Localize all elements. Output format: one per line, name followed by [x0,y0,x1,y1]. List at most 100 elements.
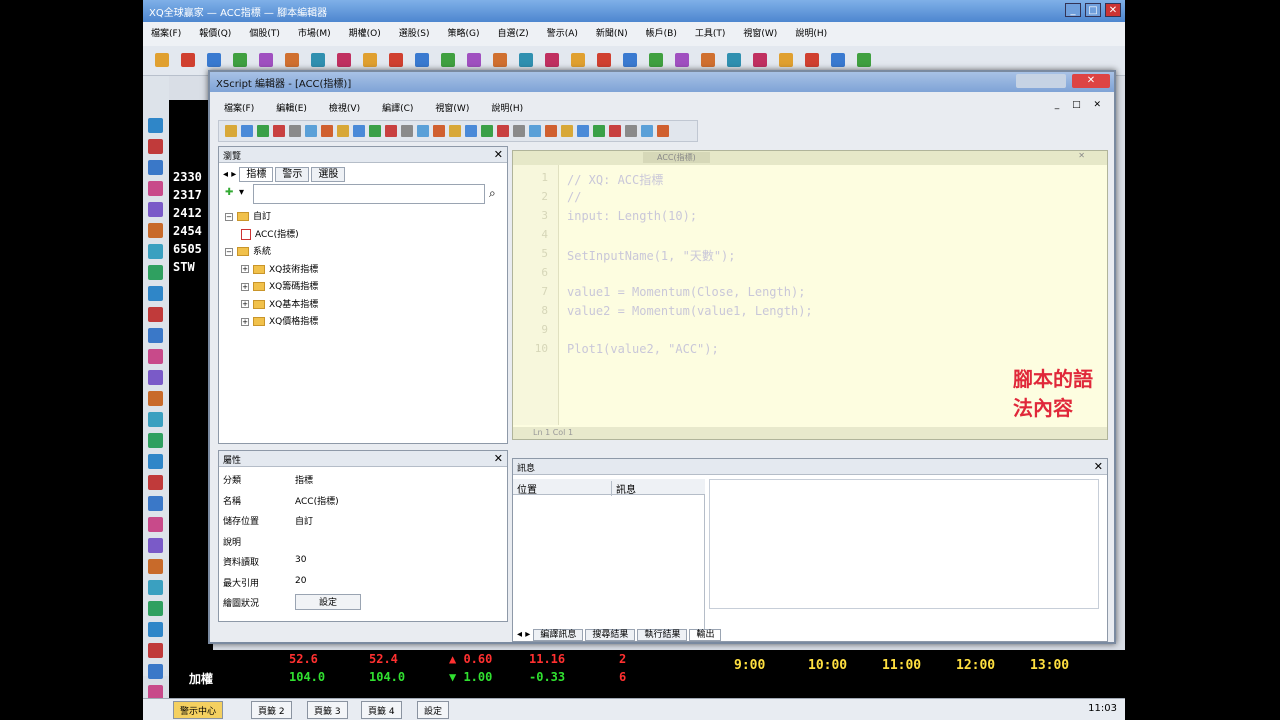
property-value[interactable]: 指標 [295,473,313,486]
sidebar-icon[interactable] [148,433,163,448]
property-value[interactable]: ACC(指標) [295,494,339,507]
editor-toolbar-icon[interactable] [353,125,365,137]
tree-item[interactable]: − 系統 [225,244,271,257]
toolbar-icon[interactable] [571,53,585,67]
quote-code[interactable]: 2317 [173,188,202,202]
toolbar-icon[interactable] [597,53,611,67]
quote-code[interactable]: 2412 [173,206,202,220]
editor-toolbar-icon[interactable] [449,125,461,137]
toolbar-icon[interactable] [259,53,273,67]
sidebar-icon[interactable] [148,664,163,679]
editor-toolbar-icon[interactable] [385,125,397,137]
editor-toolbar-icon[interactable] [225,125,237,137]
output-tab-1[interactable]: 搜尋結果 [585,629,636,641]
bottom-tab-1[interactable]: 頁籤 2 [251,701,292,719]
menu-item-7[interactable]: 自選(Z) [498,26,529,42]
close-icon[interactable]: ✕ [1078,151,1085,160]
sidebar-icon[interactable] [148,118,163,133]
menu-item-6[interactable]: 策略(G) [448,26,480,42]
menu-item-0[interactable]: 檔案(F) [151,26,181,42]
code-editor[interactable]: ACC(指標) ✕ 1 2 3 4 5 6 7 8 9 10 // XQ: ACC指標//inpu… [512,150,1108,440]
expand-icon[interactable]: + [241,265,249,273]
toolbar-icon[interactable] [155,53,169,67]
toolbar-icon[interactable] [233,53,247,67]
property-value[interactable]: 20 [295,576,306,586]
menu-item-13[interactable]: 說明(H) [795,26,827,42]
editor-window-controls[interactable] [1016,74,1066,88]
sidebar-icon[interactable] [148,244,163,259]
toolbar-icon[interactable] [181,53,195,67]
tab-acc[interactable]: ACC(指標) [643,152,710,163]
toolbar-icon[interactable] [753,53,767,67]
code-line[interactable]: // [567,190,581,204]
mdi-controls[interactable]: _ □ ✕ [1055,100,1106,110]
expand-icon[interactable]: + [241,317,249,326]
nav-tab-1[interactable]: 警示 [275,167,310,182]
toolbar-icon[interactable] [337,53,351,67]
quote-code[interactable]: 2330 [173,170,202,184]
editor-menu-item-3[interactable]: 編譯(C) [382,104,413,114]
bottom-tab-2[interactable]: 頁籤 3 [307,701,348,719]
tree-item[interactable]: + XQ籌碼指標 [241,279,318,292]
property-button[interactable]: 設定 [295,594,361,610]
property-value[interactable]: 自訂 [295,514,313,527]
toolbar-icon[interactable] [649,53,663,67]
sidebar-icon[interactable] [148,643,163,658]
bottom-tab-3[interactable]: 頁籤 4 [361,701,402,719]
search-icon[interactable]: ⌕ [489,186,496,201]
editor-close-button[interactable]: ✕ [1072,74,1110,88]
sidebar-icon[interactable] [148,202,163,217]
code-line[interactable]: Plot1(value2, "ACC"); [567,342,719,356]
sidebar-icon[interactable] [148,475,163,490]
sidebar-icon[interactable] [148,307,163,322]
editor-toolbar-icon[interactable] [577,125,589,137]
toolbar-icon[interactable] [519,53,533,67]
col-position[interactable]: 位置 [517,481,537,496]
code-line[interactable]: value1 = Momentum(Close, Length); [567,285,805,299]
bottom-tab-0[interactable]: 警示中心 [173,701,224,719]
tree-item[interactable]: + XQ價格指標 [241,314,318,327]
sidebar-icon[interactable] [148,622,163,637]
editor-toolbar-icon[interactable] [609,125,621,137]
toolbar-icon[interactable] [363,53,377,67]
quote-code[interactable]: 6505 [173,242,202,256]
nav-tab-0[interactable]: 指標 [239,167,274,182]
output-tab-3[interactable]: 輸出 [689,629,722,641]
property-value[interactable]: 30 [295,555,306,565]
sidebar-icon[interactable] [148,496,163,511]
tree-item[interactable]: + XQ技術指標 [241,262,318,275]
toolbar-icon[interactable] [285,53,299,67]
editor-toolbar-icon[interactable] [321,125,333,137]
menu-item-8[interactable]: 警示(A) [547,26,578,42]
bottom-tab-4[interactable]: 設定 [417,701,450,719]
editor-toolbar-icon[interactable] [417,125,429,137]
code-line[interactable]: // XQ: ACC指標 [567,171,663,188]
toolbar-icon[interactable] [493,53,507,67]
sidebar-icon[interactable] [148,580,163,595]
toolbar-icon[interactable] [779,53,793,67]
quote-code[interactable]: STW [173,260,195,274]
close-icon[interactable]: ✕ [494,148,503,161]
maximize-button[interactable]: □ [1085,3,1101,17]
menu-item-12[interactable]: 視窗(W) [743,26,777,42]
toolbar-icon[interactable] [441,53,455,67]
sidebar-icon[interactable] [148,391,163,406]
editor-toolbar-icon[interactable] [465,125,477,137]
close-icon[interactable]: ✕ [1094,460,1103,473]
toolbar-icon[interactable] [831,53,845,67]
output-tab-2[interactable]: 執行結果 [637,629,688,641]
toolbar-icon[interactable] [701,53,715,67]
editor-toolbar-icon[interactable] [513,125,525,137]
menu-item-5[interactable]: 選股(S) [399,26,430,42]
toolbar-icon[interactable] [467,53,481,67]
editor-menu-item-0[interactable]: 檔案(F) [224,104,254,114]
output-tab-arrows[interactable]: ◂ ▸ [517,629,533,640]
toolbar-icon[interactable] [623,53,637,67]
expand-icon[interactable]: − [225,212,233,221]
editor-toolbar-icon[interactable] [593,125,605,137]
menu-item-9[interactable]: 新聞(N) [596,26,628,42]
tree-item[interactable]: + XQ基本指標 [241,297,318,310]
expand-icon[interactable]: + [241,282,249,291]
editor-toolbar-icon[interactable] [561,125,573,137]
search-input[interactable] [253,184,485,204]
